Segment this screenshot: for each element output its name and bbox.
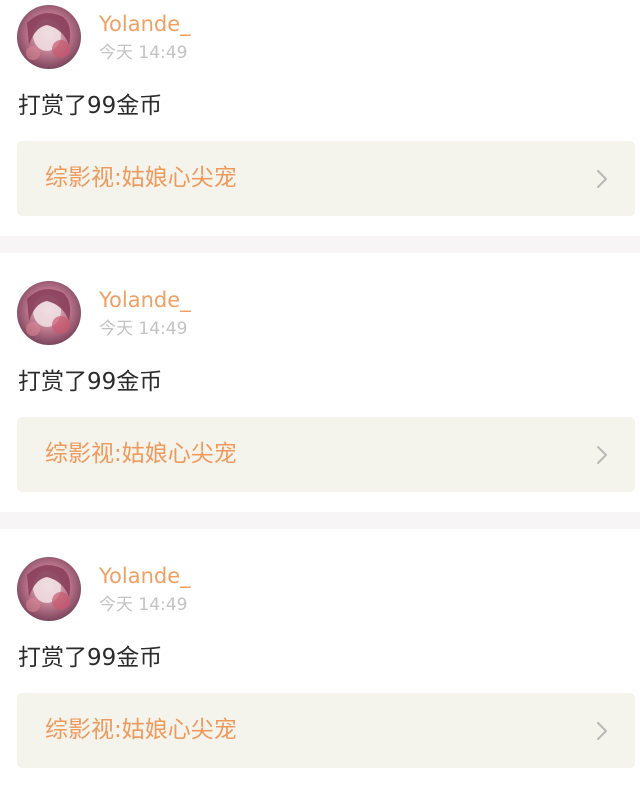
avatar[interactable]	[17, 557, 81, 621]
avatar-image	[17, 281, 81, 345]
username[interactable]: Yolande_	[99, 561, 191, 591]
username[interactable]: Yolande_	[99, 9, 191, 39]
book-title: 综影视:姑娘心尖宠	[45, 165, 237, 191]
avatar[interactable]	[17, 281, 81, 345]
avatar[interactable]	[17, 5, 81, 69]
book-title: 综影视:姑娘心尖宠	[45, 441, 237, 467]
feed-item: Yolande_ 今天 14:49 打赏了99金币 综影视:姑娘心尖宠	[0, 529, 640, 791]
chevron-right-icon	[597, 446, 607, 464]
book-link[interactable]: 综影视:姑娘心尖宠	[17, 141, 635, 216]
reward-message: 打赏了99金币	[18, 645, 163, 671]
avatar-image	[17, 5, 81, 69]
timestamp: 今天 14:49	[99, 43, 188, 63]
book-link[interactable]: 综影视:姑娘心尖宠	[17, 417, 635, 492]
reward-message: 打赏了99金币	[18, 369, 163, 395]
timestamp: 今天 14:49	[99, 595, 188, 615]
chevron-right-icon	[597, 170, 607, 188]
reward-message: 打赏了99金币	[18, 93, 163, 119]
book-link[interactable]: 综影视:姑娘心尖宠	[17, 693, 635, 768]
username[interactable]: Yolande_	[99, 285, 191, 315]
feed-item: Yolande_ 今天 14:49 打赏了99金币 综影视:姑娘心尖宠	[0, 0, 640, 236]
feed-item: Yolande_ 今天 14:49 打赏了99金币 综影视:姑娘心尖宠	[0, 253, 640, 512]
timestamp: 今天 14:49	[99, 319, 188, 339]
book-title: 综影视:姑娘心尖宠	[45, 717, 237, 743]
chevron-right-icon	[597, 722, 607, 740]
avatar-image	[17, 557, 81, 621]
